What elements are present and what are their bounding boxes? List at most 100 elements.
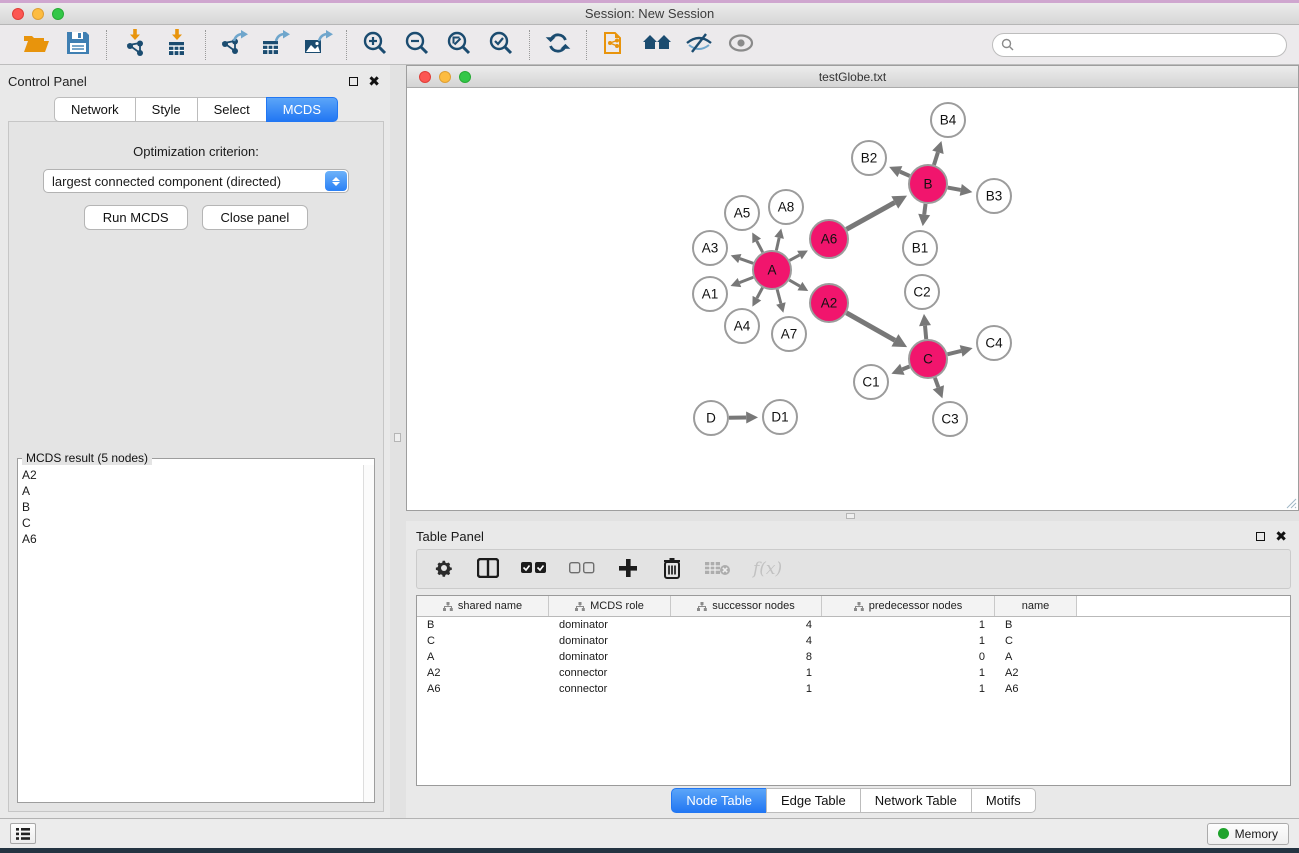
cell-name[interactable]: A2 (995, 667, 1077, 679)
graph-node-D1[interactable]: D1 (763, 400, 797, 434)
column-header-shared-name[interactable]: shared name (417, 596, 549, 616)
network-close-button[interactable] (419, 71, 431, 83)
table-row[interactable]: Bdominator41B (417, 617, 1290, 633)
edge-C-C2[interactable] (925, 326, 926, 339)
edge-A-A7[interactable] (777, 289, 781, 303)
cell-successor-nodes[interactable]: 4 (671, 619, 822, 631)
network-minimize-button[interactable] (439, 71, 451, 83)
gear-button[interactable] (433, 556, 455, 582)
table-row[interactable]: Cdominator41C (417, 633, 1290, 649)
horizontal-split-divider[interactable] (406, 511, 1299, 521)
table-row[interactable]: A2connector11A2 (417, 665, 1290, 681)
cell-predecessor-nodes[interactable]: 1 (822, 635, 995, 647)
result-scrollbar[interactable] (363, 465, 374, 802)
column-header-MCDS-role[interactable]: MCDS role (549, 596, 671, 616)
graph-node-A5[interactable]: A5 (725, 196, 759, 230)
search-box[interactable] (992, 33, 1287, 57)
network-window-titlebar[interactable]: testGlobe.txt (407, 66, 1298, 88)
import-table-button[interactable] (159, 29, 195, 61)
table-row[interactable]: A6connector11A6 (417, 681, 1290, 697)
graph-node-A4[interactable]: A4 (725, 309, 759, 343)
tab-node-table[interactable]: Node Table (671, 788, 766, 813)
edge-A-A4[interactable] (757, 288, 763, 299)
cell-MCDS-role[interactable]: dominator (549, 635, 671, 647)
zoom-fit-button[interactable] (441, 29, 477, 61)
edge-C-C3[interactable] (935, 378, 938, 387)
cell-MCDS-role[interactable]: connector (549, 683, 671, 695)
window-resize-grip[interactable] (1283, 495, 1297, 509)
edge-A6-B[interactable] (846, 202, 894, 229)
graph-node-A7[interactable]: A7 (772, 317, 806, 351)
edge-A-A5[interactable] (757, 241, 763, 252)
float-panel-icon[interactable] (1256, 532, 1265, 541)
divider-grip[interactable] (394, 433, 401, 442)
search-input[interactable] (1018, 38, 1278, 52)
edge-B-B3[interactable] (948, 188, 961, 190)
network-canvas[interactable]: B4B2BB3A8A5A6A3B1AA1C2A2A4A7C4CC1DD1C3 (407, 88, 1298, 510)
graph-node-A6[interactable]: A6 (810, 220, 848, 258)
columns-button[interactable] (477, 556, 499, 582)
import-network-button[interactable] (117, 29, 153, 61)
export-network-button[interactable] (216, 29, 252, 61)
edge-C-C4[interactable] (947, 351, 961, 354)
hide-eye-button[interactable] (681, 29, 717, 61)
graph-node-C3[interactable]: C3 (933, 402, 967, 436)
edge-A-A8[interactable] (776, 238, 779, 251)
close-panel-icon[interactable]: ✖ (1275, 529, 1287, 543)
export-image-button[interactable] (300, 29, 336, 61)
network-graph[interactable]: B4B2BB3A8A5A6A3B1AA1C2A2A4A7C4CC1DD1C3 (407, 88, 1298, 509)
cell-MCDS-role[interactable]: connector (549, 667, 671, 679)
edge-A-A2[interactable] (789, 280, 800, 286)
uncheck-pair-button[interactable] (569, 556, 595, 582)
graph-node-A3[interactable]: A3 (693, 231, 727, 265)
edge-B-B2[interactable] (900, 172, 910, 176)
network-zoom-button[interactable] (459, 71, 471, 83)
graph-node-C[interactable]: C (909, 340, 947, 378)
cell-shared-name[interactable]: A6 (417, 683, 549, 695)
cell-MCDS-role[interactable]: dominator (549, 619, 671, 631)
open-button[interactable] (18, 29, 54, 61)
column-header-successor-nodes[interactable]: successor nodes (671, 596, 822, 616)
tab-edge-table[interactable]: Edge Table (766, 788, 860, 813)
graph-node-A1[interactable]: A1 (693, 277, 727, 311)
column-header-predecessor-nodes[interactable]: predecessor nodes (822, 596, 995, 616)
result-list-item[interactable]: A2 (22, 467, 359, 483)
edge-B-B4[interactable] (934, 152, 938, 165)
cell-name[interactable]: A (995, 651, 1077, 663)
float-panel-icon[interactable] (349, 77, 358, 86)
graph-node-A8[interactable]: A8 (769, 190, 803, 224)
vertical-split-divider[interactable] (390, 65, 406, 818)
graph-node-C2[interactable]: C2 (905, 275, 939, 309)
cell-predecessor-nodes[interactable]: 1 (822, 619, 995, 631)
cell-shared-name[interactable]: B (417, 619, 549, 631)
graph-node-B1[interactable]: B1 (903, 231, 937, 265)
cell-shared-name[interactable]: A (417, 651, 549, 663)
trash-button[interactable] (661, 556, 683, 582)
cell-successor-nodes[interactable]: 1 (671, 683, 822, 695)
graph-node-C4[interactable]: C4 (977, 326, 1011, 360)
session-doc-button[interactable] (597, 29, 633, 61)
home-network-button[interactable] (639, 29, 675, 61)
run-mcds-button[interactable]: Run MCDS (84, 205, 188, 230)
edge-A-A1[interactable] (739, 277, 753, 282)
close-panel-icon[interactable]: ✖ (368, 74, 380, 88)
cell-predecessor-nodes[interactable]: 0 (822, 651, 995, 663)
graph-node-A[interactable]: A (753, 251, 791, 289)
cell-successor-nodes[interactable]: 1 (671, 667, 822, 679)
cell-name[interactable]: C (995, 635, 1077, 647)
zoom-out-button[interactable] (399, 29, 435, 61)
graph-node-D[interactable]: D (694, 401, 728, 435)
cell-shared-name[interactable]: C (417, 635, 549, 647)
plus-button[interactable] (617, 556, 639, 582)
edge-B-B1[interactable] (924, 204, 925, 215)
edge-A-A6[interactable] (790, 255, 800, 260)
close-window-button[interactable] (12, 8, 24, 20)
zoom-in-button[interactable] (357, 29, 393, 61)
tab-select[interactable]: Select (197, 97, 266, 122)
tab-motifs[interactable]: Motifs (971, 788, 1036, 813)
graph-node-C1[interactable]: C1 (854, 365, 888, 399)
zoom-window-button[interactable] (52, 8, 64, 20)
tab-mcds[interactable]: MCDS (266, 97, 338, 122)
graph-node-B4[interactable]: B4 (931, 103, 965, 137)
edge-C-C1[interactable] (902, 366, 909, 369)
